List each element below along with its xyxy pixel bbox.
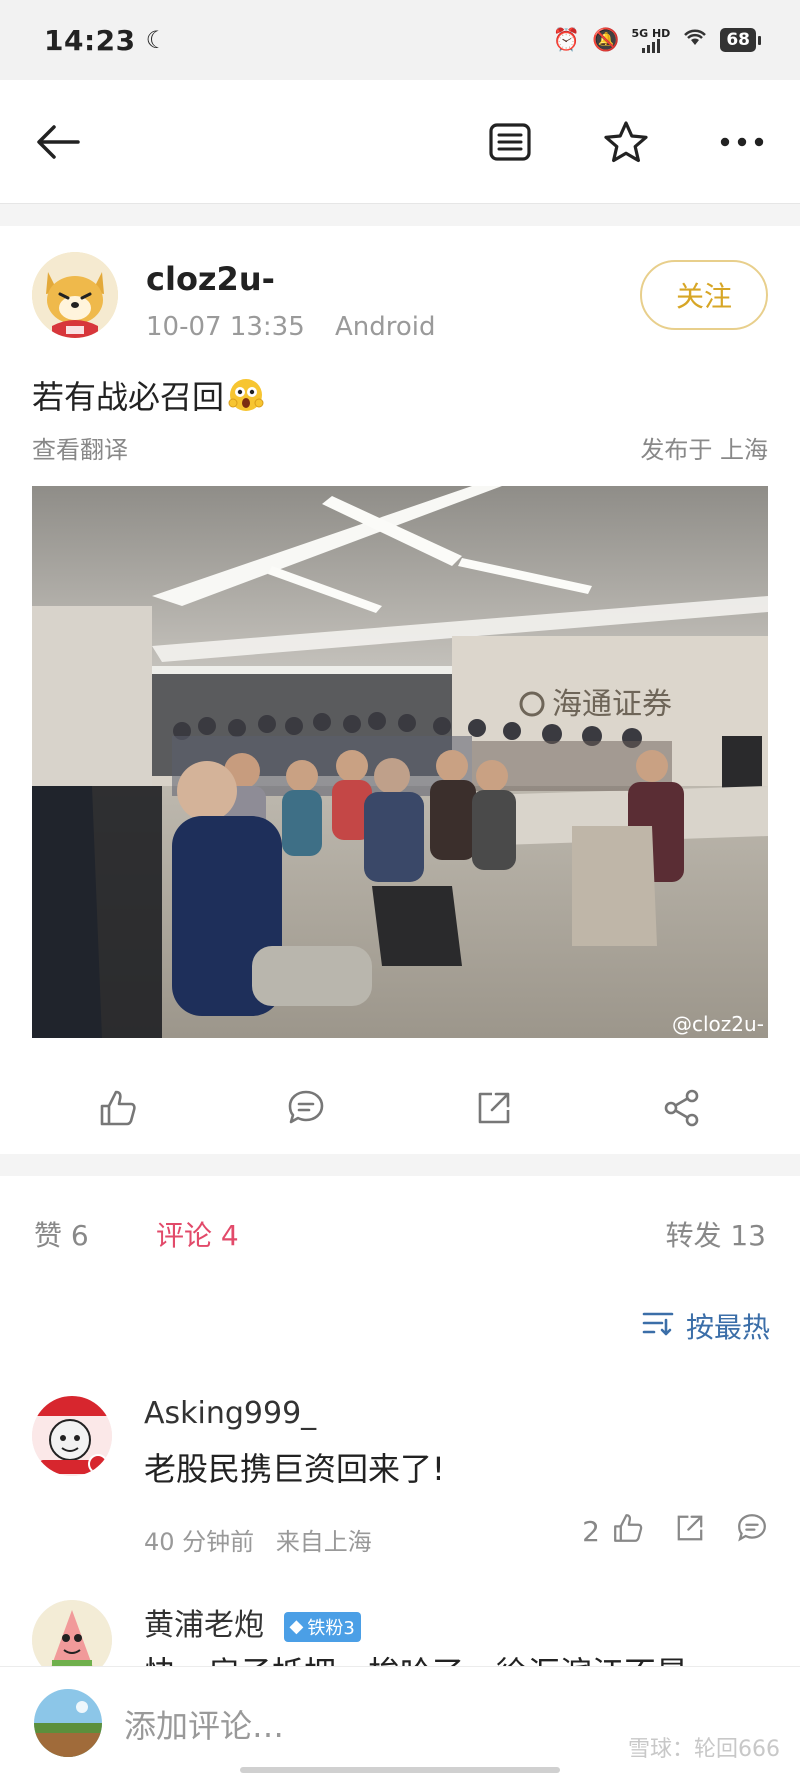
- reader-mode-icon[interactable]: [482, 114, 538, 170]
- post-content: 若有战必召回: [32, 378, 225, 416]
- author-name[interactable]: cloz2u-: [146, 260, 275, 298]
- sort-label: 按最热: [685, 1311, 770, 1344]
- comment-text: 老股民携巨资回来了!: [144, 1450, 445, 1488]
- dnd-moon-icon: ☾: [145, 26, 168, 54]
- comment-location: 来自上海: [275, 1528, 372, 1556]
- post-device: Android: [335, 312, 436, 342]
- section-divider: [0, 204, 800, 226]
- commenter-name-text[interactable]: 黄浦老炮: [144, 1608, 264, 1643]
- tab-reposts[interactable]: 转发 13: [665, 1214, 766, 1254]
- commenter-avatar[interactable]: [32, 1396, 112, 1476]
- alarm-icon: ⏰: [552, 27, 581, 53]
- comment-icon[interactable]: [274, 1076, 338, 1140]
- post-header: cloz2u- 10-07 13:35 Android 关注: [32, 252, 768, 352]
- post-photo[interactable]: 海通证券 @cloz2u-: [32, 486, 768, 1038]
- sort-icon: [642, 1310, 676, 1343]
- comment-text: 快，房子抵押，梭哈了，徐汇滨江不是: [144, 1648, 688, 1666]
- back-arrow-icon[interactable]: [30, 114, 86, 170]
- comment-repost-icon[interactable]: [674, 1512, 706, 1551]
- comment-like-count: 2: [582, 1515, 600, 1548]
- mute-icon: 🔕: [592, 27, 620, 53]
- like-icon[interactable]: [86, 1076, 150, 1140]
- home-indicator: [240, 1767, 560, 1773]
- comment-input-bar: 添加评论… 雪球：轮回666: [0, 1666, 800, 1778]
- surprised-emoji-icon: [228, 377, 264, 413]
- tab-likes[interactable]: 赞 6: [34, 1214, 89, 1254]
- xueqiu-watermark: 雪球：轮回666: [628, 1737, 780, 1762]
- commenter-name: 黄浦老炮 ◆ 铁粉3: [144, 1600, 361, 1644]
- signal-icon: 5G HD: [631, 28, 670, 53]
- interaction-tabs: 赞 6 评论 4 转发 13: [0, 1206, 800, 1266]
- post-date: 10-07 13:35: [146, 312, 305, 342]
- author-avatar[interactable]: [32, 252, 118, 338]
- post-text: 若有战必召回: [32, 372, 264, 418]
- comment-item: Asking999_ 老股民携巨资回来了! 40 分钟前 来自上海 2: [32, 1396, 768, 1566]
- fan-badge-label: 铁粉3: [307, 1617, 355, 1639]
- section-divider: [0, 1154, 800, 1176]
- repost-icon[interactable]: [462, 1076, 526, 1140]
- user-avatar[interactable]: [34, 1689, 102, 1757]
- comment-like-icon[interactable]: [612, 1512, 644, 1551]
- share-icon[interactable]: [650, 1076, 714, 1140]
- photo-watermark: @cloz2u-: [672, 1012, 764, 1036]
- comment-time: 40 分钟前: [144, 1528, 255, 1556]
- network-label: 5G HD: [631, 26, 671, 40]
- comment-item: 黄浦老炮 ◆ 铁粉3 快，房子抵押，梭哈了，徐汇滨江不是: [32, 1600, 768, 1666]
- comment-input[interactable]: 添加评论…: [124, 1701, 284, 1747]
- post-meta: 10-07 13:35 Android: [146, 312, 436, 342]
- follow-button[interactable]: 关注: [640, 260, 768, 330]
- wifi-icon: [682, 27, 708, 53]
- fan-badge: ◆ 铁粉3: [283, 1611, 361, 1642]
- comment-reply-icon[interactable]: [736, 1512, 768, 1551]
- meeting-room-photo: 海通证券 @cloz2u-: [32, 486, 768, 1038]
- status-time: 14:23: [44, 23, 136, 57]
- translate-link[interactable]: 查看翻译: [32, 430, 128, 465]
- photo-sign: 海通证券: [552, 687, 672, 722]
- battery-icon: 68: [720, 28, 761, 52]
- commenter-avatar[interactable]: [32, 1600, 112, 1666]
- nav-bar: [0, 80, 800, 204]
- tab-comments[interactable]: 评论 4: [156, 1214, 239, 1254]
- commenter-name[interactable]: Asking999_: [144, 1396, 316, 1431]
- post-action-row: [0, 1060, 800, 1156]
- status-icons: ⏰ 🔕 5G HD 68: [552, 27, 761, 53]
- comment-meta: 40 分钟前 来自上海: [144, 1522, 372, 1557]
- comment-actions: 2: [582, 1512, 768, 1551]
- star-icon[interactable]: [598, 114, 654, 170]
- sort-selector[interactable]: 按最热: [642, 1306, 770, 1346]
- status-bar: 14:23 ☾ ⏰ 🔕 5G HD 68: [0, 0, 800, 80]
- post-location: 发布于 上海: [640, 436, 768, 464]
- more-icon[interactable]: [714, 114, 770, 170]
- diamond-icon: ◆: [289, 1616, 304, 1637]
